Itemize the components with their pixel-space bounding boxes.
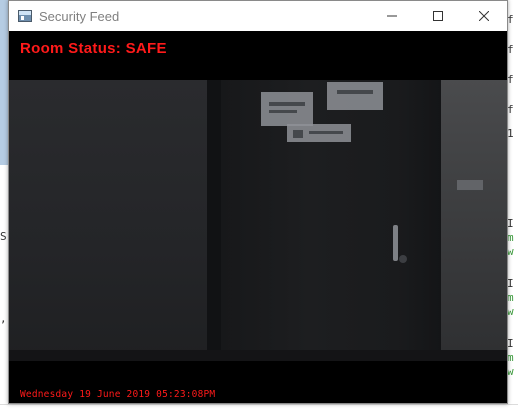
close-button[interactable] (461, 1, 507, 31)
camera-wall-left (9, 80, 209, 361)
minimize-icon (387, 15, 397, 17)
background-bottom-strip (0, 404, 518, 417)
title-bar[interactable]: Security Feed (9, 1, 507, 31)
close-icon (479, 11, 489, 21)
camera-shadow (207, 80, 221, 361)
security-feed-window: Security Feed Room Status: SAFE Wednesda… (8, 0, 508, 404)
camera-door-handle (393, 225, 398, 261)
camera-image (9, 80, 507, 361)
window-controls (369, 1, 507, 31)
video-feed: Room Status: SAFE Wednesday 19 June 2019… (9, 32, 507, 403)
camera-floor (9, 350, 507, 361)
camera-wall-right (441, 80, 507, 361)
background-left-text: , (0, 312, 7, 325)
app-window-icon (18, 10, 32, 22)
camera-door-sign (287, 124, 351, 142)
camera-door-lock (399, 255, 407, 263)
room-status-label: Room Status: SAFE (20, 40, 167, 57)
camera-door-sign (261, 92, 313, 126)
background-left-text: S (0, 230, 7, 243)
maximize-button[interactable] (415, 1, 461, 31)
feed-timestamp: Wednesday 19 June 2019 05:23:08PM (20, 389, 216, 400)
maximize-icon (433, 11, 443, 21)
camera-wall-mark (457, 180, 483, 190)
minimize-button[interactable] (369, 1, 415, 31)
window-title: Security Feed (39, 8, 120, 24)
camera-door (221, 80, 441, 361)
camera-door-sign (327, 82, 383, 110)
